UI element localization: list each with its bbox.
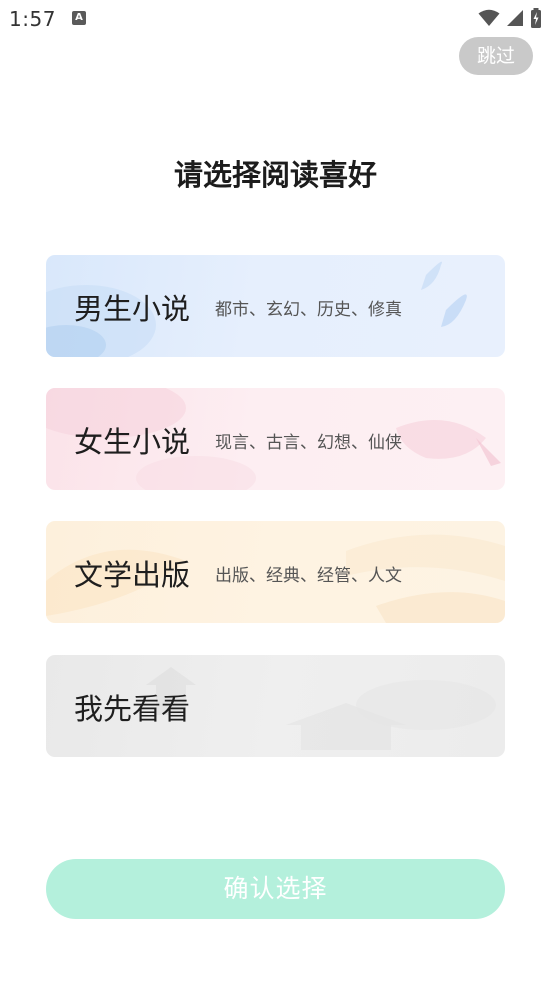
skip-button[interactable]: 跳过 bbox=[459, 37, 533, 75]
status-icons bbox=[478, 8, 542, 28]
preference-card-literature[interactable]: 文学出版 出版、经典、经管、人文 bbox=[46, 521, 505, 623]
preference-card-female-novels[interactable]: 女生小说 现言、古言、幻想、仙侠 bbox=[46, 388, 505, 490]
preference-card-browse-first[interactable]: 我先看看 bbox=[46, 655, 505, 757]
page-title: 请选择阅读喜好 bbox=[173, 158, 377, 192]
preference-card-male-novels[interactable]: 男生小说 都市、玄幻、历史、修真 bbox=[46, 255, 505, 357]
card-title: 男生小说 bbox=[74, 292, 191, 326]
notification-app-icon: A bbox=[72, 11, 86, 25]
card-title: 女生小说 bbox=[74, 425, 191, 459]
card-genres: 现言、古言、幻想、仙侠 bbox=[215, 433, 402, 453]
battery-charging-icon bbox=[531, 8, 541, 28]
card-genres: 都市、玄幻、历史、修真 bbox=[215, 300, 402, 320]
reading-preference-screen: 1:57 A 跳过 请选择阅读喜好 男生小说 都市、玄幻、历史、修真 女生小说 … bbox=[0, 0, 551, 981]
status-time: 1:57 bbox=[9, 7, 56, 31]
status-bar: 1:57 A bbox=[0, 0, 551, 38]
confirm-selection-button[interactable]: 确认选择 bbox=[46, 859, 505, 919]
card-genres: 出版、经典、经管、人文 bbox=[215, 566, 402, 586]
card-title: 我先看看 bbox=[74, 692, 191, 726]
cell-signal-icon bbox=[507, 10, 523, 26]
wifi-icon bbox=[478, 9, 500, 26]
card-title: 文学出版 bbox=[74, 558, 191, 592]
